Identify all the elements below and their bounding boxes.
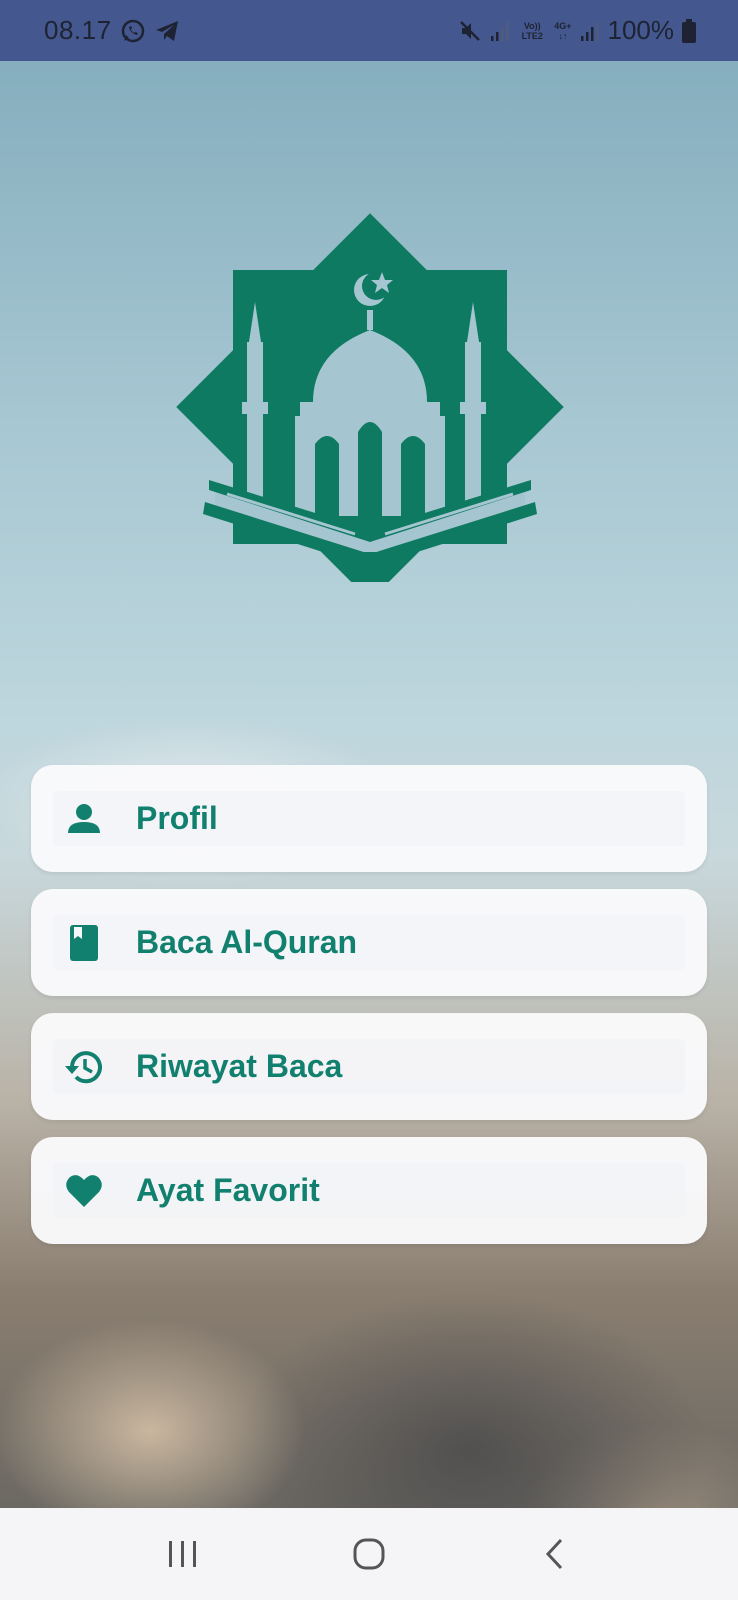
home-button[interactable] — [339, 1524, 399, 1584]
status-left: 08.17 — [44, 15, 180, 46]
menu-item-label: Riwayat Baca — [136, 1048, 343, 1084]
mosque-quran-logo — [176, 213, 564, 582]
mute-icon — [460, 20, 481, 41]
book-icon — [70, 924, 98, 961]
telegram-icon — [155, 20, 178, 41]
signal-icon — [580, 21, 598, 41]
back-button[interactable] — [525, 1524, 585, 1584]
menu-item-profil[interactable]: Profil — [31, 765, 707, 872]
menu-item-label: Profil — [136, 800, 218, 836]
recent-apps-icon — [169, 1541, 196, 1567]
menu-item-ayat-favorit[interactable]: Ayat Favorit — [31, 1137, 707, 1244]
home-icon — [353, 1538, 385, 1570]
menu-item-label: Baca Al-Quran — [136, 924, 358, 960]
heart-icon — [66, 1174, 102, 1207]
menu-item-baca-al-quran[interactable]: Baca Al-Quran — [31, 889, 707, 996]
status-bar: 08.17 Vo)) LTE2 4G+ ↓↑ 100% — [0, 0, 738, 61]
menu-item-riwayat-baca[interactable]: Riwayat Baca — [31, 1013, 707, 1120]
main-menu: Profil Baca Al-Quran Riwayat Baca Ayat F… — [31, 765, 707, 1261]
battery-percent: 100% — [607, 15, 675, 45]
network-label: 4G+ — [554, 20, 572, 31]
battery-icon — [682, 18, 696, 43]
person-icon — [68, 803, 100, 833]
history-icon — [65, 1050, 102, 1083]
status-right: Vo)) LTE2 4G+ ↓↑ 100% — [458, 15, 696, 46]
whatsapp-icon — [121, 19, 144, 42]
data-arrows-icon: ↓↑ — [558, 30, 568, 41]
status-time: 08.17 — [44, 15, 112, 45]
recent-apps-button[interactable] — [153, 1524, 213, 1584]
back-icon — [545, 1538, 563, 1570]
system-nav-bar — [0, 1508, 738, 1600]
network-indicator: 4G+ ↓↑ — [554, 21, 571, 41]
signal-weak-icon — [491, 21, 509, 41]
menu-item-label: Ayat Favorit — [136, 1172, 320, 1208]
volte-label: Vo)) LTE2 — [521, 20, 543, 41]
